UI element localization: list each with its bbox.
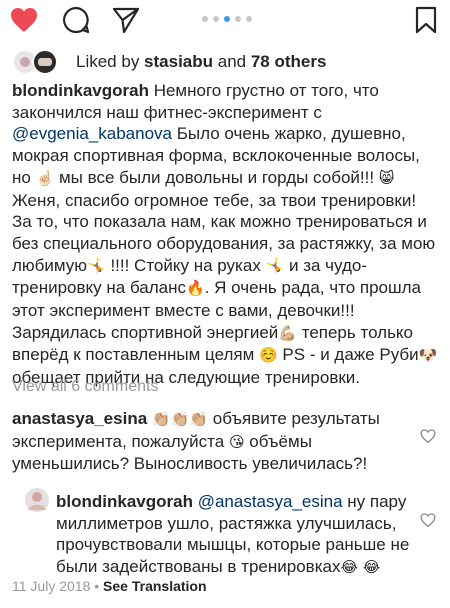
avatar xyxy=(32,49,58,75)
carousel-dot xyxy=(235,16,241,22)
carousel-dot-active xyxy=(224,16,230,22)
emoji: ☝🏻 xyxy=(35,168,55,187)
emoji: 😂 xyxy=(340,558,358,577)
emoji: 🔥 xyxy=(186,279,205,298)
reply-mention-link[interactable]: @anastasya_esina xyxy=(198,492,343,511)
emoji: 😘 xyxy=(228,432,245,451)
separator: • xyxy=(90,578,104,594)
reply-like-icon[interactable] xyxy=(420,512,436,528)
likes-middle: and xyxy=(213,52,251,71)
emoji: 😂 xyxy=(362,558,381,577)
save-button[interactable] xyxy=(410,4,442,36)
emoji: 🤸 xyxy=(265,256,285,275)
comment-bubble-icon xyxy=(63,6,90,34)
comment-button[interactable] xyxy=(60,4,92,36)
post-footer: 11 July 2018 • See Translation xyxy=(12,578,207,594)
caption-mention-link[interactable]: @evgenia_kabanova xyxy=(12,124,172,143)
share-button[interactable] xyxy=(110,4,142,36)
post-caption: blondinkavgorah Немного грустно от того,… xyxy=(12,80,440,389)
emoji: 💪🏼 xyxy=(278,323,297,342)
reply-username-link[interactable]: blondinkavgorah xyxy=(56,492,193,511)
comment: anastasya_esina 👏🏼👏🏼👏🏼 объявите результа… xyxy=(12,408,412,475)
comment-username-link[interactable]: anastasya_esina xyxy=(12,409,147,428)
likes-prefix: Liked by xyxy=(76,52,145,71)
view-all-comments-link[interactable]: View all 6 comments xyxy=(12,378,158,396)
caption-username-link[interactable]: blondinkavgorah xyxy=(12,81,149,100)
like-button[interactable] xyxy=(8,4,40,36)
see-translation-link[interactable]: See Translation xyxy=(103,578,206,594)
emoji: 🐶 xyxy=(418,346,438,365)
carousel-dot xyxy=(202,16,208,22)
bookmark-icon xyxy=(415,6,437,34)
emoji: ☺️ xyxy=(259,346,278,365)
comment-like-icon[interactable] xyxy=(420,428,436,444)
caption-text: PS - и даже Руби xyxy=(277,345,419,365)
heart-filled-icon xyxy=(11,8,37,32)
likes-row: Liked by stasiabu and 78 others xyxy=(12,46,326,78)
comment-reply: blondinkavgorah @anastasya_esina ну пару… xyxy=(56,491,412,579)
liker-avatars[interactable] xyxy=(12,48,62,76)
likes-summary: Liked by stasiabu and 78 others xyxy=(76,52,326,72)
emoji: 😸 xyxy=(378,168,395,187)
liker-username-link[interactable]: stasiabu xyxy=(144,52,213,71)
emoji: 👏🏼👏🏼👏🏼 xyxy=(147,410,213,428)
caption-text: мы все были довольны и горды собой!!! xyxy=(54,167,379,187)
emoji: 🤸 xyxy=(87,256,106,275)
caption-text: !!!! Стойку на руках xyxy=(105,255,266,275)
post-date: 11 July 2018 xyxy=(12,578,91,594)
carousel-dot xyxy=(213,16,219,22)
likes-others-link[interactable]: 78 others xyxy=(251,52,327,71)
carousel-dot xyxy=(246,16,252,22)
carousel-indicator xyxy=(202,16,252,22)
paper-plane-icon xyxy=(112,7,140,33)
action-bar xyxy=(0,0,450,40)
avatar[interactable] xyxy=(24,487,50,513)
